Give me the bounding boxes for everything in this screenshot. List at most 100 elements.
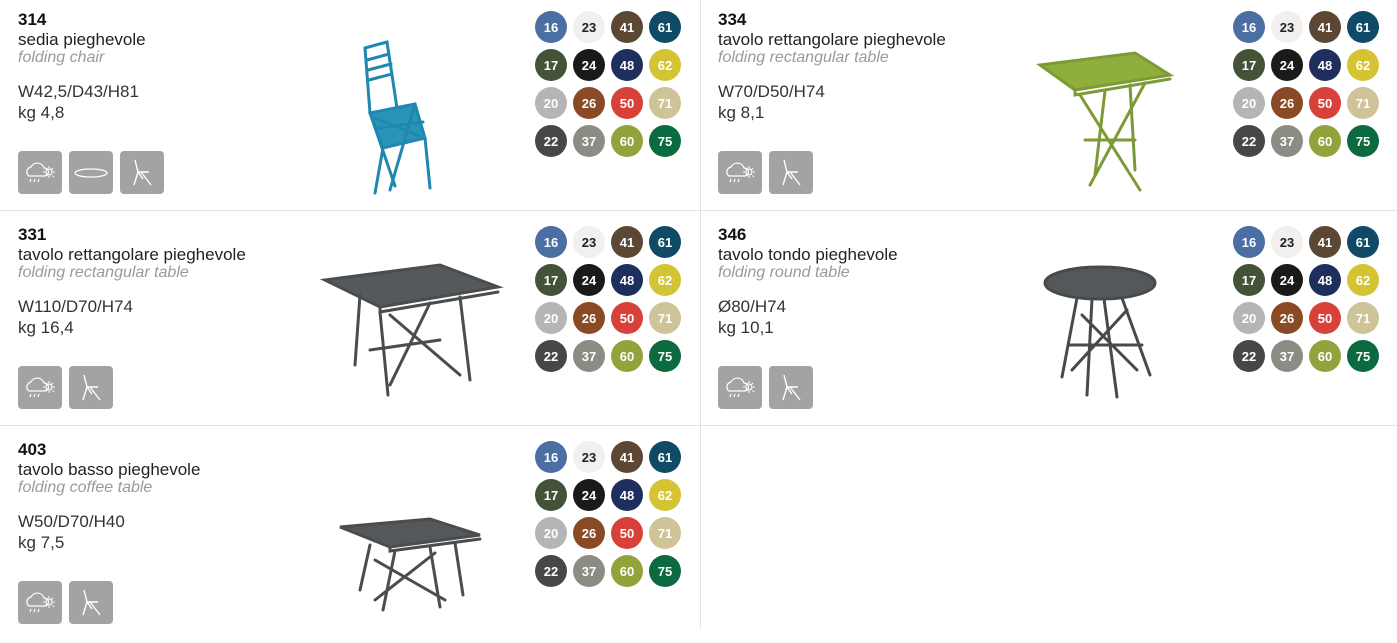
feature-icons <box>718 366 813 409</box>
color-swatch-71: 71 <box>649 517 681 549</box>
weather-icon <box>18 151 62 194</box>
color-swatch-50: 50 <box>1309 87 1341 119</box>
product-code: 334 <box>718 10 747 29</box>
product-name-english: folding rectangular table <box>718 49 889 66</box>
product-code: 331 <box>18 225 47 244</box>
color-swatch-48: 48 <box>611 479 643 511</box>
color-swatch-20: 20 <box>1233 87 1265 119</box>
color-swatch-61: 61 <box>1347 11 1379 43</box>
product-card-334[interactable]: 334 tavolo rettangolare pieghevole foldi… <box>700 0 1397 213</box>
color-swatch-17: 17 <box>535 49 567 81</box>
weather-icon <box>18 581 62 624</box>
product-weight: kg 7,5 <box>18 533 65 552</box>
color-swatch-62: 62 <box>1347 264 1379 296</box>
feature-icons <box>18 151 164 194</box>
product-dimensions: W42,5/D43/H81 <box>18 82 139 101</box>
color-swatch-22: 22 <box>1233 340 1265 372</box>
color-swatch-75: 75 <box>649 340 681 372</box>
product-name-italian: tavolo rettangolare pieghevole <box>18 245 246 264</box>
folding-icon <box>120 151 164 194</box>
product-card-346[interactable]: 346 tavolo tondo pieghevole folding roun… <box>700 215 1397 428</box>
color-swatch-22: 22 <box>535 125 567 157</box>
folding-icon <box>769 366 813 409</box>
color-swatch-60: 60 <box>611 125 643 157</box>
color-swatch-20: 20 <box>535 302 567 334</box>
color-swatch-60: 60 <box>1309 340 1341 372</box>
color-swatch-37: 37 <box>1271 125 1303 157</box>
color-swatch-26: 26 <box>573 87 605 119</box>
color-swatches: 16 23 41 61 17 24 48 62 20 26 50 71 22 37 60 75 <box>535 226 681 372</box>
seat-pad-icon <box>69 151 113 194</box>
color-swatch-50: 50 <box>611 517 643 549</box>
color-swatch-41: 41 <box>611 441 643 473</box>
weather-icon <box>18 366 62 409</box>
color-swatch-41: 41 <box>611 226 643 258</box>
product-name-italian: tavolo basso pieghevole <box>18 460 201 479</box>
color-swatches: 16 23 41 61 17 24 48 62 20 26 50 71 22 37 60 75 <box>1233 11 1379 157</box>
color-swatch-24: 24 <box>1271 49 1303 81</box>
product-code: 314 <box>18 10 47 29</box>
color-swatch-62: 62 <box>649 49 681 81</box>
grey-coffee-table <box>339 517 482 612</box>
color-swatch-20: 20 <box>1233 302 1265 334</box>
grey-round-table <box>1043 265 1157 399</box>
color-swatch-16: 16 <box>1233 226 1265 258</box>
product-weight: kg 4,8 <box>18 103 65 122</box>
color-swatch-60: 60 <box>1309 125 1341 157</box>
product-card-331[interactable]: 331 tavolo rettangolare pieghevole foldi… <box>0 215 698 428</box>
feature-icons <box>718 151 813 194</box>
color-swatch-24: 24 <box>573 49 605 81</box>
folding-icon <box>769 151 813 194</box>
color-swatch-23: 23 <box>1271 226 1303 258</box>
color-swatch-20: 20 <box>535 87 567 119</box>
color-swatch-17: 17 <box>535 264 567 296</box>
product-card-403[interactable]: 403 tavolo basso pieghevole folding coff… <box>0 430 698 643</box>
color-swatch-17: 17 <box>535 479 567 511</box>
product-name-italian: tavolo rettangolare pieghevole <box>718 30 946 49</box>
grey-rectangular-table <box>320 263 504 397</box>
product-card-314[interactable]: 314 sedia pieghevole folding chair W42,5… <box>0 0 698 213</box>
color-swatch-23: 23 <box>573 441 605 473</box>
color-swatch-48: 48 <box>611 264 643 296</box>
color-swatch-71: 71 <box>649 87 681 119</box>
color-swatch-24: 24 <box>573 479 605 511</box>
color-swatch-61: 61 <box>1347 226 1379 258</box>
weather-icon <box>718 366 762 409</box>
product-dimensions: W70/D50/H74 <box>718 82 825 101</box>
color-swatches: 16 23 41 61 17 24 48 62 20 26 50 71 22 37 60 75 <box>1233 226 1379 372</box>
color-swatch-61: 61 <box>649 226 681 258</box>
product-name-italian: sedia pieghevole <box>18 30 146 49</box>
color-swatch-71: 71 <box>649 302 681 334</box>
color-swatches: 16 23 41 61 17 24 48 62 20 26 50 71 22 37 60 75 <box>535 11 681 157</box>
color-swatch-23: 23 <box>573 226 605 258</box>
folding-icon <box>69 581 113 624</box>
product-dimensions: W110/D70/H74 <box>18 297 133 316</box>
product-name-english: folding rectangular table <box>18 264 189 281</box>
color-swatch-62: 62 <box>649 264 681 296</box>
product-name-english: folding coffee table <box>18 479 153 496</box>
color-swatch-26: 26 <box>1271 302 1303 334</box>
color-swatch-71: 71 <box>1347 302 1379 334</box>
color-swatch-24: 24 <box>1271 264 1303 296</box>
product-name-english: folding chair <box>18 49 105 66</box>
color-swatch-22: 22 <box>1233 125 1265 157</box>
product-weight: kg 8,1 <box>718 103 765 122</box>
color-swatch-22: 22 <box>535 340 567 372</box>
color-swatch-50: 50 <box>1309 302 1341 334</box>
product-code: 403 <box>18 440 47 459</box>
color-swatch-26: 26 <box>1271 87 1303 119</box>
color-swatch-71: 71 <box>1347 87 1379 119</box>
product-weight: kg 16,4 <box>18 318 74 337</box>
color-swatch-26: 26 <box>573 302 605 334</box>
color-swatch-16: 16 <box>535 226 567 258</box>
color-swatch-16: 16 <box>535 11 567 43</box>
color-swatch-48: 48 <box>611 49 643 81</box>
color-swatch-26: 26 <box>573 517 605 549</box>
feature-icons <box>18 581 113 624</box>
color-swatch-48: 48 <box>1309 49 1341 81</box>
color-swatch-41: 41 <box>1309 11 1341 43</box>
color-swatch-23: 23 <box>1271 11 1303 43</box>
color-swatch-61: 61 <box>649 441 681 473</box>
color-swatch-75: 75 <box>1347 340 1379 372</box>
product-dimensions: Ø80/H74 <box>718 297 787 316</box>
